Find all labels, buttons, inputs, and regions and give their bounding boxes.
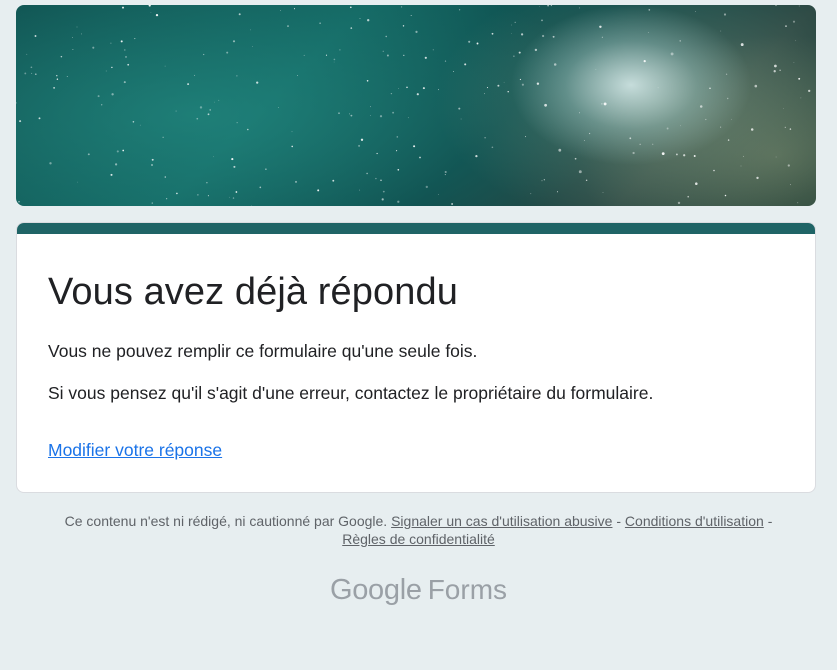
footer-disclaimer: Ce contenu n'est ni rédigé, ni cautionné… [64,513,388,529]
terms-link[interactable]: Conditions d'utilisation [625,513,764,529]
footer: Ce contenu n'est ni rédigé, ni cautionné… [0,512,837,548]
card-accent-bar [17,223,815,234]
footer-separator: - [616,513,622,529]
google-wordmark: Google [329,574,422,606]
header-banner-image [16,5,816,206]
google-forms-logo[interactable]: Google Forms [0,574,837,607]
page-title: Vous avez déjà répondu [48,271,458,313]
privacy-link[interactable]: Règles de confidentialité [342,531,495,547]
footer-separator: - [767,513,773,529]
confirmation-card: Vous avez déjà répondu Vous ne pouvez re… [16,222,816,493]
report-abuse-link[interactable]: Signaler un cas d'utilisation abusive [391,513,612,529]
stars-decoration [16,5,811,206]
single-response-message: Vous ne pouvez remplir ce formulaire qu'… [48,341,478,361]
contact-owner-message: Si vous pensez qu'il s'agit d'une erreur… [48,383,654,403]
forms-wordmark: Forms [427,574,508,605]
edit-response-link[interactable]: Modifier votre réponse [48,440,222,461]
